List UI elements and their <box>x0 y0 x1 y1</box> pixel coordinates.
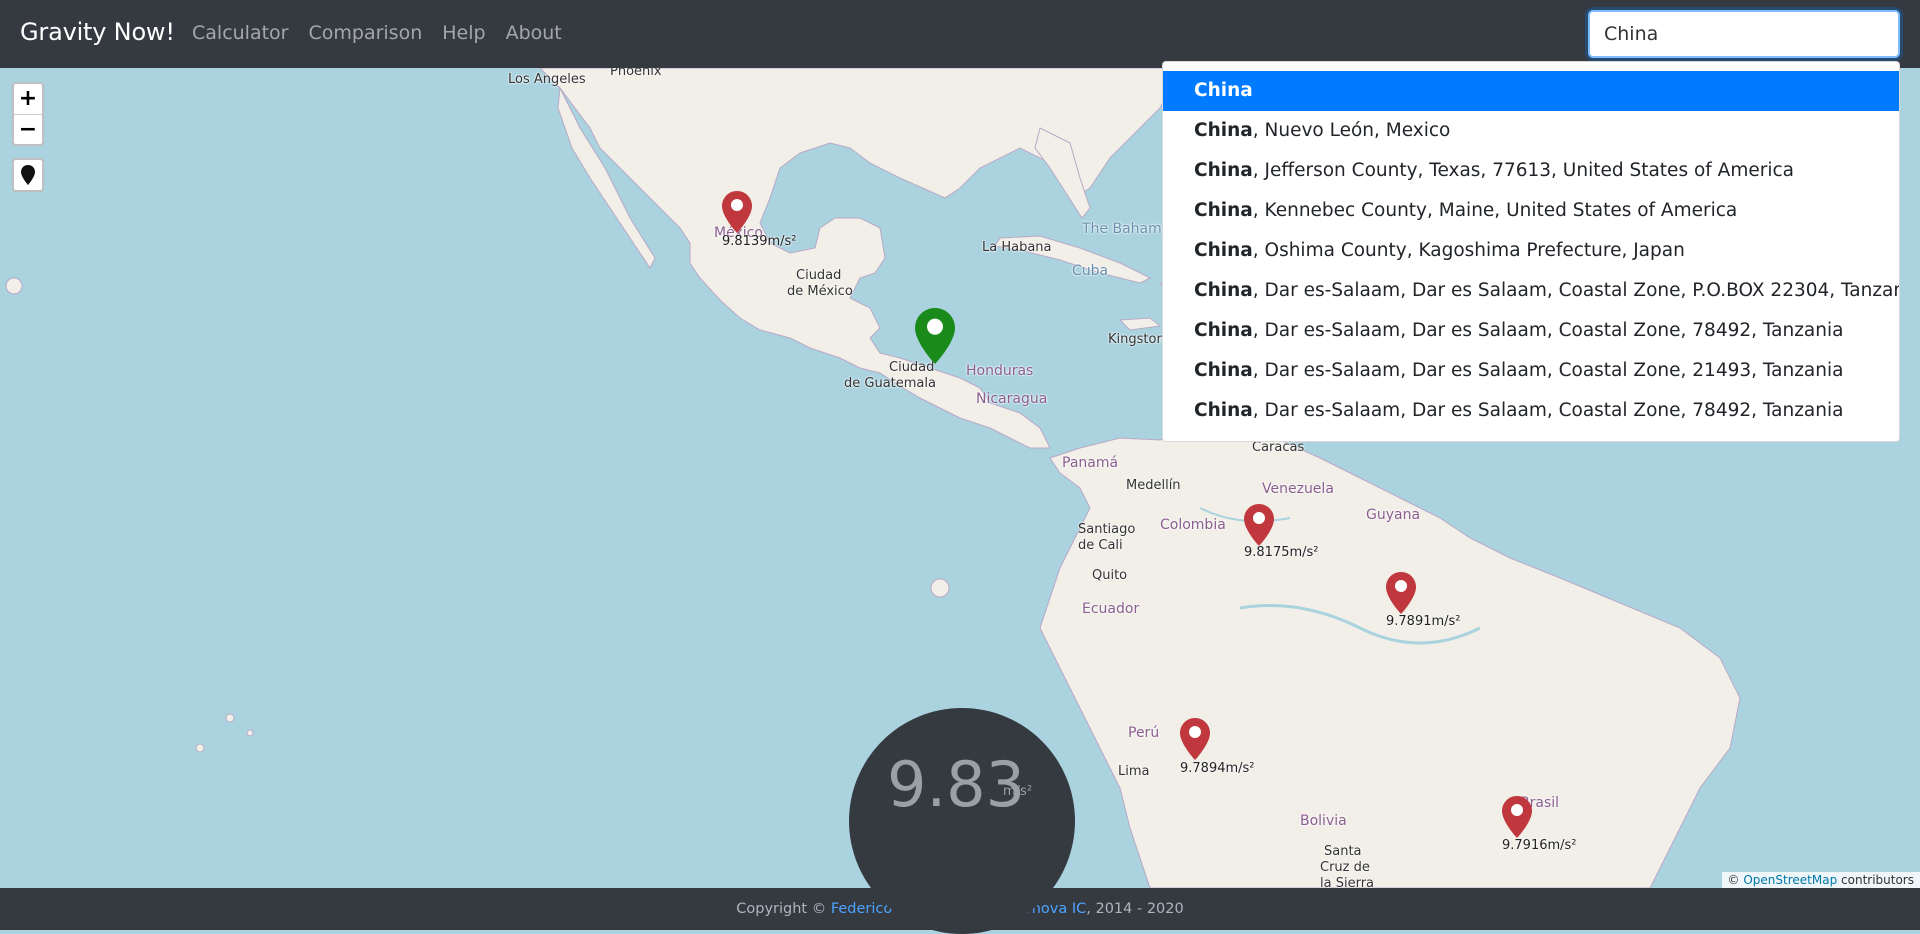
place-label: Phoenix <box>610 68 662 79</box>
suggestion-item[interactable]: China, Kennebec County, Maine, United St… <box>1163 191 1899 231</box>
zoom-in-button[interactable]: + <box>14 84 42 114</box>
country-label: Venezuela <box>1262 481 1334 497</box>
zoom-out-button[interactable]: − <box>14 114 42 145</box>
country-label: Colombia <box>1160 517 1226 533</box>
suggestion-item[interactable]: China, Oshima County, Kagoshima Prefectu… <box>1163 231 1899 271</box>
country-label: Panamá <box>1062 455 1119 471</box>
map-attribution: © OpenStreetMap contributors <box>1721 872 1920 888</box>
place-label: Lima <box>1118 764 1150 779</box>
gravity-marker[interactable] <box>1502 796 1532 838</box>
navbar: Gravity Now! Calculator Comparison Help … <box>0 0 1920 68</box>
country-label: Nicaragua <box>976 391 1048 407</box>
suggestion-item[interactable]: China, Nuevo León, Mexico <box>1163 111 1899 151</box>
place-label: de México <box>787 284 853 299</box>
place-label: Medellín <box>1126 478 1181 493</box>
place-label: La Habana <box>982 240 1052 255</box>
location-search-input[interactable] <box>1588 10 1900 58</box>
gravity-marker-label: 9.7891m/s² <box>1386 614 1461 629</box>
country-label: Ecuador <box>1082 601 1140 617</box>
map-pin-icon <box>21 165 35 185</box>
nav-comparison[interactable]: Comparison <box>308 22 422 44</box>
nav-links: Calculator Comparison Help About <box>192 22 562 44</box>
suggestion-item[interactable]: China, Dar es-Salaam, Dar es Salaam, Coa… <box>1163 311 1899 351</box>
place-label: Santiago <box>1078 522 1136 537</box>
locate-button[interactable] <box>12 158 44 192</box>
osm-link[interactable]: OpenStreetMap <box>1743 873 1837 887</box>
gravity-readout: 9.83 m/s² <box>849 708 1075 934</box>
gravity-marker[interactable] <box>1386 572 1416 614</box>
place-label: de Cali <box>1078 538 1123 553</box>
search-suggestions: China China, Nuevo León, Mexico China, J… <box>1162 61 1900 442</box>
place-label: Caracas <box>1252 440 1305 455</box>
gravity-marker-label: 9.8175m/s² <box>1244 545 1319 560</box>
place-label: la Sierra <box>1320 876 1374 888</box>
brand-logo[interactable]: Gravity Now! <box>20 18 175 46</box>
country-label: Perú <box>1128 725 1160 741</box>
gravity-marker-label: 9.7916m/s² <box>1502 838 1577 853</box>
place-label: Ciudad <box>796 268 842 283</box>
nav-about[interactable]: About <box>506 22 562 44</box>
gravity-marker[interactable] <box>1180 718 1210 760</box>
place-label: Los Angeles <box>508 72 586 87</box>
place-label: Santa <box>1324 844 1362 859</box>
suggestion-item[interactable]: China <box>1163 71 1899 111</box>
country-label: Honduras <box>966 363 1034 379</box>
suggestion-item[interactable]: China, Dar es-Salaam, Dar es Salaam, Coa… <box>1163 351 1899 391</box>
selected-location-marker[interactable] <box>915 308 955 364</box>
suggestion-item[interactable]: China, Jefferson County, Texas, 77613, U… <box>1163 151 1899 191</box>
gravity-unit: m/s² <box>1003 784 1033 799</box>
nav-calculator[interactable]: Calculator <box>192 22 288 44</box>
gravity-marker-label: 9.8139m/s² <box>722 234 797 249</box>
suggestion-item[interactable]: China, Dar es-Salaam, Dar es Salaam, Coa… <box>1163 271 1899 311</box>
country-label: Bolivia <box>1300 813 1347 829</box>
country-label: Cuba <box>1072 263 1109 279</box>
zoom-control: + − <box>12 82 44 146</box>
nav-help[interactable]: Help <box>442 22 485 44</box>
country-label: Guyana <box>1366 507 1421 523</box>
place-label: Kingston <box>1108 332 1165 347</box>
suggestion-item[interactable]: China, Dar es-Salaam, Dar es Salaam, Coa… <box>1163 391 1899 431</box>
place-label: Cruz de <box>1320 860 1370 875</box>
place-label: Quito <box>1092 568 1128 583</box>
gravity-marker-label: 9.7894m/s² <box>1180 761 1255 776</box>
gravity-marker[interactable] <box>722 191 752 233</box>
gravity-marker[interactable] <box>1244 504 1274 546</box>
place-label: de Guatemala <box>844 376 936 391</box>
